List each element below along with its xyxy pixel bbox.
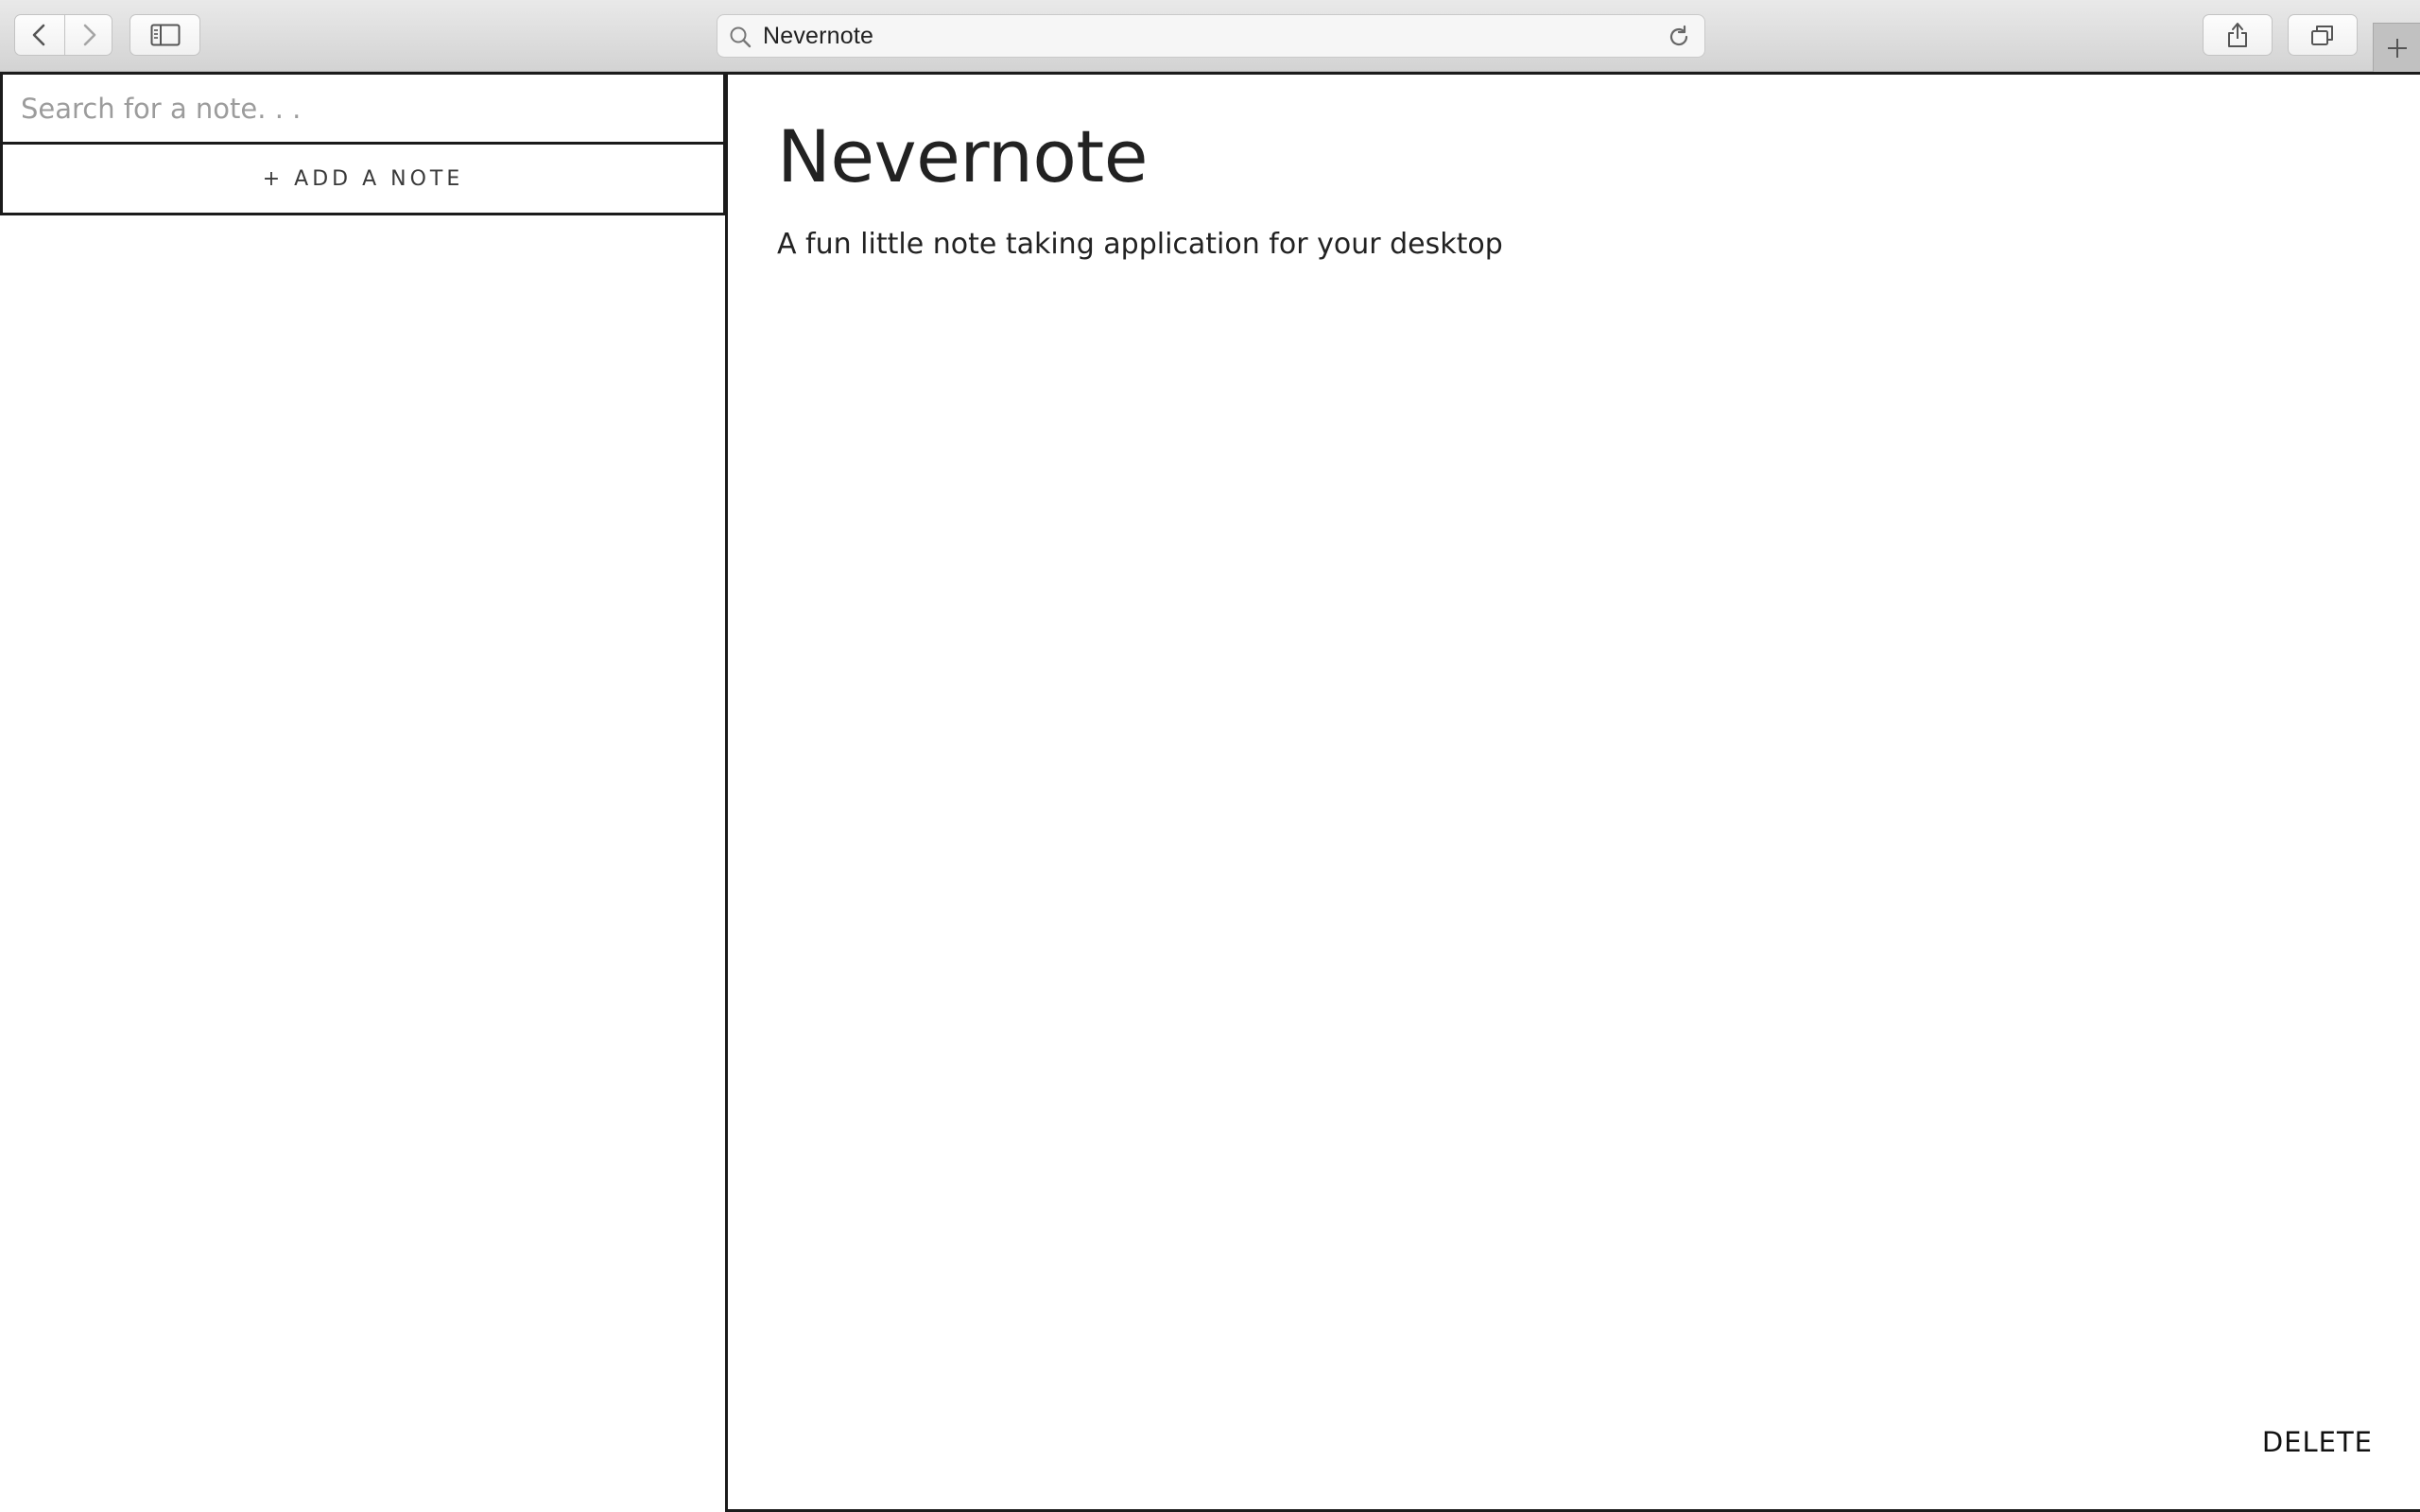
chevron-right-icon (83, 24, 95, 46)
back-button[interactable] (14, 14, 65, 56)
sidebar-icon (150, 24, 180, 46)
note-body[interactable]: A fun little note taking application for… (777, 228, 1503, 261)
note-title[interactable]: Nevernote (777, 114, 1148, 198)
search-input[interactable] (0, 72, 726, 145)
show-tabs-button[interactable] (2288, 14, 2358, 56)
tabs-icon (2311, 26, 2333, 45)
chevron-left-icon (32, 24, 45, 46)
share-icon (2228, 23, 2247, 47)
new-tab-button[interactable] (2373, 23, 2420, 72)
browser-toolbar: Nevernote (0, 0, 2420, 72)
magnifier-icon (730, 26, 752, 48)
reload-icon[interactable] (1667, 25, 1691, 49)
address-bar[interactable]: Nevernote (717, 14, 1705, 58)
delete-button[interactable]: DELETE (2262, 1426, 2373, 1458)
sidebar-toggle-button[interactable] (130, 14, 200, 56)
address-text: Nevernote (763, 23, 874, 49)
share-button[interactable] (2203, 14, 2273, 56)
add-note-button[interactable]: + ADD A NOTE (0, 142, 726, 215)
notes-sidebar: + ADD A NOTE (0, 72, 726, 1512)
forward-button[interactable] (65, 14, 112, 56)
plus-icon (2387, 38, 2407, 58)
note-editor: Nevernote A fun little note taking appli… (725, 72, 2420, 1512)
